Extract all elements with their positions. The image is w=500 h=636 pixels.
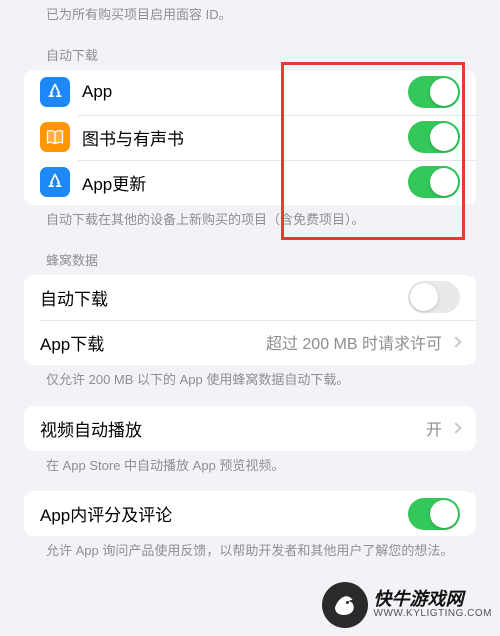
row-app: App xyxy=(24,70,476,115)
reviews-group: App内评分及评论 xyxy=(24,491,476,536)
appstore-update-icon xyxy=(40,167,70,197)
row-books-label: 图书与有声书 xyxy=(82,125,408,150)
watermark-title: 快牛游戏网 xyxy=(374,590,493,609)
switch-appupdate[interactable] xyxy=(408,166,460,198)
row-books: 图书与有声书 xyxy=(24,115,476,160)
cellular-header: 蜂窝数据 xyxy=(0,236,500,275)
watermark-icon xyxy=(322,582,368,628)
reviews-footer: 允许 App 询问产品使用反馈，以帮助开发者和其他用户了解您的想法。 xyxy=(0,536,500,567)
watermark: 快牛游戏网 WWW.KYLIGTING.COM xyxy=(322,582,493,628)
row-cell-auto: 自动下载 xyxy=(24,275,476,320)
watermark-url: WWW.KYLIGTING.COM xyxy=(374,609,493,620)
row-appupdate: App更新 xyxy=(24,160,476,205)
auto-download-group: App 图书与有声书 App更新 xyxy=(24,70,476,205)
cellular-group: 自动下载 App下载 超过 200 MB 时请求许可 xyxy=(24,275,476,365)
auto-download-header: 自动下载 xyxy=(0,31,500,70)
chevron-right-icon xyxy=(450,422,461,433)
row-reviews: App内评分及评论 xyxy=(24,491,476,536)
row-cell-appdl-label: App下载 xyxy=(40,330,104,355)
auto-download-footer: 自动下载在其他的设备上新购买的项目（含免费项目）。 xyxy=(0,205,500,236)
row-cell-auto-label: 自动下载 xyxy=(40,285,408,310)
row-appupdate-label: App更新 xyxy=(82,170,408,195)
row-app-label: App xyxy=(82,82,408,102)
switch-reviews[interactable] xyxy=(408,498,460,530)
switch-books[interactable] xyxy=(408,121,460,153)
row-video-label: 视频自动播放 xyxy=(40,416,426,441)
switch-app[interactable] xyxy=(408,76,460,108)
switch-cell-auto[interactable] xyxy=(408,281,460,313)
video-footer: 在 App Store 中自动播放 App 预览视频。 xyxy=(0,451,500,482)
row-video-value: 开 xyxy=(426,416,442,440)
books-icon xyxy=(40,122,70,152)
cellular-footer: 仅允许 200 MB 以下的 App 使用蜂窝数据自动下载。 xyxy=(0,365,500,396)
row-cell-appdl[interactable]: App下载 超过 200 MB 时请求许可 xyxy=(24,320,476,365)
row-cell-appdl-value: 超过 200 MB 时请求许可 xyxy=(266,330,442,354)
row-reviews-label: App内评分及评论 xyxy=(40,501,408,526)
appstore-icon xyxy=(40,77,70,107)
row-video-autoplay[interactable]: 视频自动播放 开 xyxy=(24,406,476,451)
chevron-right-icon xyxy=(450,337,461,348)
faceid-footer: 已为所有购买项目启用面容 ID。 xyxy=(0,0,500,31)
video-group: 视频自动播放 开 xyxy=(24,406,476,451)
